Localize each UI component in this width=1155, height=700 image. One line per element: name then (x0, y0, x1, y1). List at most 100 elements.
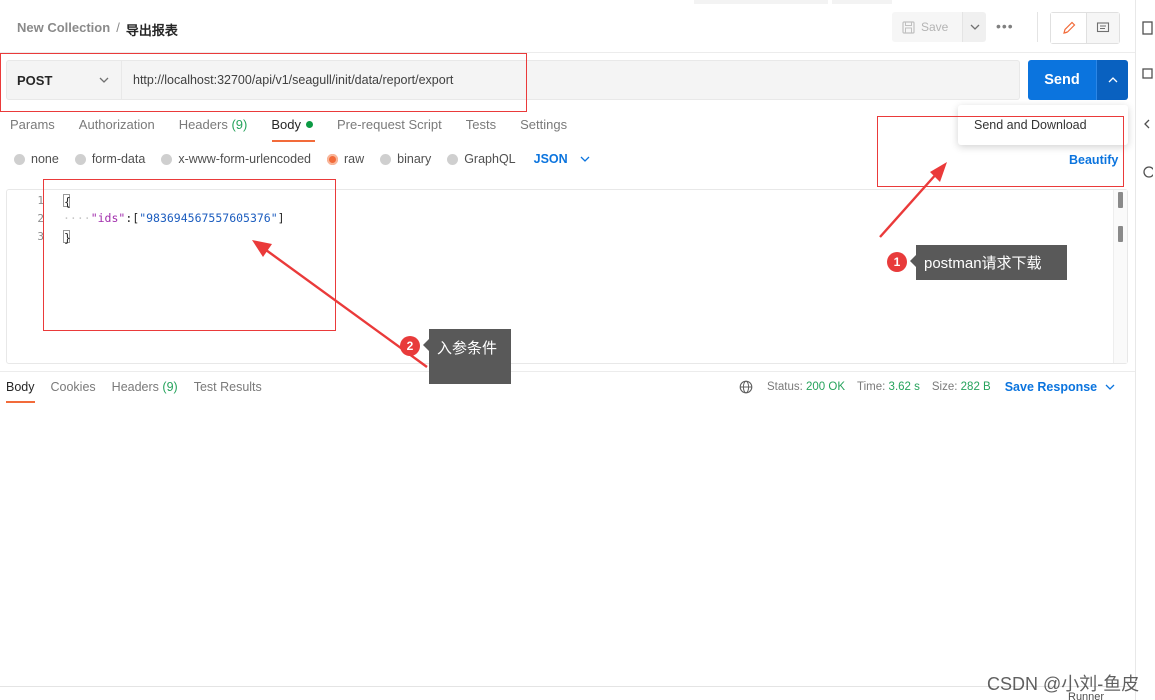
line-gutter: 1 2 3 (7, 190, 47, 363)
response-tab-test-results[interactable]: Test Results (194, 380, 262, 394)
annotation-box-send-download (877, 116, 1124, 187)
radio-button[interactable] (74, 153, 86, 165)
line-number: 3 (37, 230, 44, 243)
tab-settings[interactable]: Settings (520, 117, 567, 132)
tab-strip-item[interactable] (832, 0, 892, 4)
tab-body[interactable]: Body (271, 117, 313, 132)
breadcrumb-request-name[interactable]: 导出报表 (126, 20, 178, 39)
watermark: CSDN @小刘-鱼皮 (987, 674, 1140, 694)
breadcrumb: New Collection / 导出报表 (17, 20, 178, 39)
save-response-button[interactable]: Save Response (1005, 380, 1115, 394)
save-options-button[interactable] (962, 12, 986, 42)
response-meta: Status: 200 OK Time: 3.62 s Size: 282 B … (739, 380, 1115, 394)
body-type-options: none form-data x-www-form-urlencoded raw… (14, 152, 590, 166)
body-type-binary[interactable]: binary (380, 152, 431, 166)
send-options-button[interactable] (1096, 60, 1128, 100)
annotation-box-body (43, 179, 336, 331)
tab-tests[interactable]: Tests (466, 117, 496, 132)
body-type-label: GraphQL (464, 152, 516, 166)
status-label: Status: (767, 381, 803, 393)
radio-button-checked[interactable] (327, 153, 338, 165)
active-response-tab-indicator (6, 401, 35, 403)
body-type-label: form-data (91, 152, 146, 166)
line-number: 2 (37, 212, 44, 225)
comments-icon[interactable] (1141, 67, 1153, 81)
body-type-raw[interactable]: raw (327, 152, 364, 166)
line-number: 1 (37, 194, 44, 207)
chevron-left-icon[interactable] (1141, 117, 1153, 131)
tab-body-label: Body (271, 117, 301, 132)
body-type-label: none (31, 152, 59, 166)
body-type-label: raw (344, 152, 365, 166)
language-label: JSON (533, 152, 568, 166)
response-tab-cookies[interactable]: Cookies (51, 380, 96, 394)
radio-button[interactable] (447, 153, 459, 165)
save-group: Save (892, 12, 986, 42)
breadcrumb-collection[interactable]: New Collection (17, 20, 110, 39)
info-icon[interactable] (1141, 165, 1153, 179)
runner-button[interactable]: Runner (1068, 691, 1104, 700)
radio-button[interactable] (161, 153, 173, 165)
send-button[interactable]: Send (1028, 60, 1096, 100)
save-button[interactable]: Save (892, 12, 962, 42)
size-info[interactable]: Size: 282 B (932, 381, 991, 393)
status-value: 200 OK (806, 381, 846, 393)
breadcrumb-separator: / (116, 20, 120, 35)
body-modified-dot (305, 121, 313, 128)
time-value: 3.62 s (888, 381, 920, 393)
editor-scrollbar[interactable] (1113, 190, 1127, 363)
chevron-up-icon (1108, 77, 1117, 83)
tab-params[interactable]: Params (10, 117, 55, 132)
body-type-label: binary (397, 152, 432, 166)
body-type-form-data[interactable]: form-data (74, 152, 146, 166)
body-type-label: x-www-form-urlencoded (178, 152, 311, 166)
body-type-urlencoded[interactable]: x-www-form-urlencoded (161, 152, 311, 166)
comment-icon (1096, 22, 1110, 33)
save-icon (902, 20, 915, 34)
language-select[interactable]: JSON (534, 152, 590, 166)
tab-strip-item[interactable] (694, 0, 828, 4)
status-info[interactable]: Status: 200 OK (767, 381, 845, 393)
divider (1037, 12, 1038, 42)
response-headers-label: Headers (111, 380, 159, 394)
top-bar: New Collection / 导出报表 Save ••• (0, 0, 1135, 53)
annotation-badge-1: 1 (887, 252, 907, 272)
active-tab-indicator (272, 140, 315, 142)
body-type-graphql[interactable]: GraphQL (447, 152, 516, 166)
response-tab-headers[interactable]: Headers (9) (112, 380, 178, 394)
tab-headers-label: Headers (178, 117, 228, 132)
response-tab-body[interactable]: Body (6, 380, 35, 394)
save-response-label: Save Response (1004, 380, 1098, 394)
annotation-badge-2: 2 (400, 336, 420, 356)
more-icon[interactable]: ••• (996, 18, 1014, 34)
chevron-down-icon (970, 24, 979, 30)
divider (0, 371, 1135, 372)
tab-headers-count: (9) (231, 117, 248, 132)
tab-pre-request-script[interactable]: Pre-request Script (337, 117, 442, 132)
scrollbar-thumb[interactable] (1118, 192, 1123, 208)
pencil-icon (1062, 21, 1075, 34)
comments-button[interactable] (1087, 13, 1119, 43)
radio-button[interactable] (14, 153, 25, 165)
size-label: Size: (931, 381, 958, 393)
time-info[interactable]: Time: 3.62 s (857, 381, 920, 393)
edit-button[interactable] (1051, 13, 1087, 43)
request-tabs: Params Authorization Headers (9) Body Pr… (10, 117, 591, 132)
scrollbar-marker (1118, 226, 1123, 242)
globe-icon[interactable] (739, 380, 753, 394)
documentation-icon[interactable] (1141, 21, 1153, 35)
response-headers-count: (9) (162, 380, 178, 394)
annotation-box-url (0, 53, 527, 112)
tab-authorization[interactable]: Authorization (79, 117, 155, 132)
chevron-down-icon (580, 156, 590, 162)
status-bar-divider (0, 686, 1135, 687)
time-label: Time: (857, 381, 886, 393)
body-type-none[interactable]: none (14, 152, 59, 166)
save-label: Save (921, 20, 949, 34)
tab-headers[interactable]: Headers (9) (179, 117, 248, 132)
radio-button[interactable] (380, 153, 392, 165)
annotation-callout-1: postman请求下载 (910, 245, 1067, 280)
size-value: 282 B (960, 381, 991, 393)
view-mode-group (1050, 12, 1120, 44)
chevron-down-icon (1105, 384, 1115, 390)
